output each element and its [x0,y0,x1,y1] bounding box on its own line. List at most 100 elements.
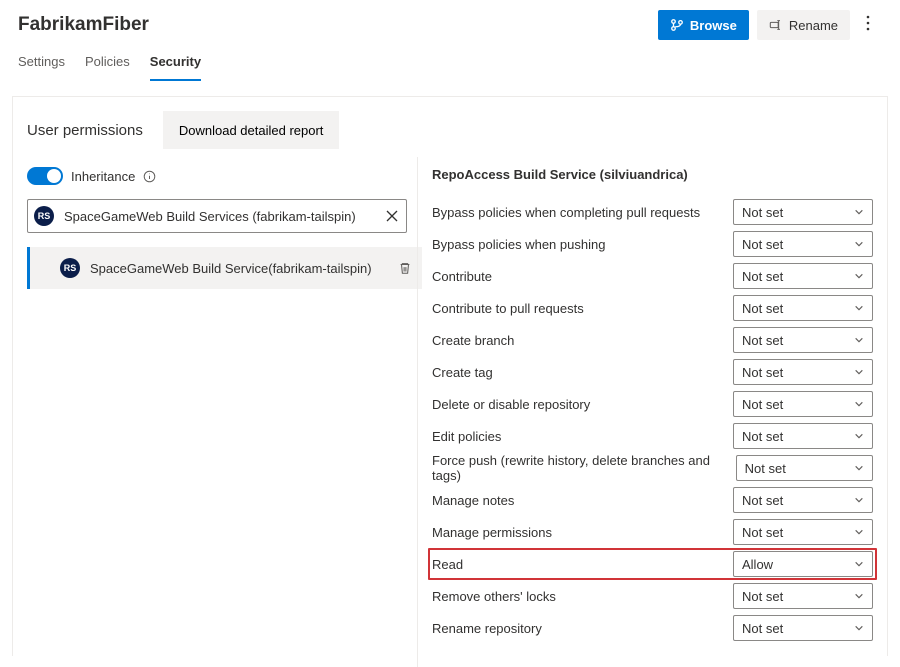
permission-value: Not set [742,589,783,604]
browse-label: Browse [690,18,737,33]
permission-select[interactable]: Not set [736,455,873,481]
permission-row: Contribute Not set [428,260,877,292]
permission-value: Not set [742,525,783,540]
permission-value: Not set [742,269,783,284]
permission-select[interactable]: Not set [733,487,873,513]
permission-select[interactable]: Not set [733,199,873,225]
permission-row: Edit policies Not set [428,420,877,452]
permission-value: Not set [742,621,783,636]
page-title: FabrikamFiber [18,14,658,36]
permission-label: Edit policies [432,429,733,444]
permission-label: Manage notes [432,493,733,508]
permissions-list: Bypass policies when completing pull req… [428,196,877,644]
tab-settings[interactable]: Settings [18,54,65,81]
avatar: RS [60,258,80,278]
permission-row: Contribute to pull requests Not set [428,292,877,324]
identity-search-input[interactable]: RS SpaceGameWeb Build Services (fabrikam… [27,199,407,233]
permission-select[interactable]: Not set [733,519,873,545]
permission-value: Not set [742,333,783,348]
permission-select[interactable]: Not set [733,263,873,289]
permission-row: Create tagNot set [428,356,877,388]
info-icon[interactable] [143,170,156,183]
permission-row: Create branch Not set [428,324,877,356]
tab-security[interactable]: Security [150,54,201,81]
permission-value: Not set [742,397,783,412]
chevron-down-icon [854,463,864,473]
more-vertical-icon [866,15,870,31]
permission-select[interactable]: Not set [733,359,873,385]
permission-select[interactable]: Not set [733,295,873,321]
rename-button[interactable]: Rename [757,10,850,40]
permission-value: Not set [742,301,783,316]
chevron-down-icon [854,399,864,409]
search-value: SpaceGameWeb Build Services (fabrikam-ta… [64,209,386,224]
inheritance-toggle[interactable] [27,167,63,185]
identity-result-row[interactable]: RS SpaceGameWeb Build Service(fabrikam-t… [27,247,422,289]
permission-row: Bypass policies when completing pull req… [428,196,877,228]
tab-bar: Settings Policies Security [0,40,900,82]
permission-value: Not set [742,237,783,252]
permission-value: Not set [742,493,783,508]
permission-value: Not set [742,429,783,444]
permission-label: Manage permissions [432,525,733,540]
permission-label: Create tag [432,365,733,380]
permission-label: Bypass policies when completing pull req… [432,205,733,220]
permission-row: Remove others' locks Not set [428,580,877,612]
chevron-down-icon [854,495,864,505]
tab-policies[interactable]: Policies [85,54,130,81]
permission-select[interactable]: Not set [733,231,873,257]
permission-select[interactable]: Not set [733,615,873,641]
avatar: RS [34,206,54,226]
permission-label: Remove others' locks [432,589,733,604]
permission-value: Not set [745,461,786,476]
permission-value: Allow [742,557,773,572]
rename-label: Rename [789,18,838,33]
rename-icon [769,18,783,32]
overflow-menu-button[interactable] [854,10,882,40]
permissions-column: RepoAccess Build Service (silviuandrica)… [417,157,887,667]
permission-label: Contribute to pull requests [432,301,733,316]
permission-label: Bypass policies when pushing [432,237,733,252]
chevron-down-icon [854,303,864,313]
permission-select[interactable]: Allow [733,551,873,577]
chevron-down-icon [854,527,864,537]
header-bar: FabrikamFiber Browse Rename [0,0,900,40]
browse-button[interactable]: Browse [658,10,749,40]
permission-label: Delete or disable repository [432,397,733,412]
download-report-button[interactable]: Download detailed report [163,111,340,149]
identity-result-label: SpaceGameWeb Build Service(fabrikam-tail… [90,261,398,276]
chevron-down-icon [854,367,864,377]
permission-row: Read Allow [428,548,877,580]
permission-select[interactable]: Not set [733,327,873,353]
trash-icon[interactable] [398,261,412,275]
chevron-down-icon [854,559,864,569]
chevron-down-icon [854,591,864,601]
chevron-down-icon [854,431,864,441]
permission-select[interactable]: Not set [733,583,873,609]
chevron-down-icon [854,271,864,281]
permission-select[interactable]: Not set [733,391,873,417]
permission-label: Read [432,557,733,572]
inheritance-label: Inheritance [71,169,135,184]
permission-label: Contribute [432,269,733,284]
subject-name: RepoAccess Build Service (silviuandrica) [432,167,877,182]
chevron-down-icon [854,239,864,249]
permission-row: Bypass policies when pushing Not set [428,228,877,260]
permission-label: Rename repository [432,621,733,636]
panel-body: Inheritance RS SpaceGameWeb Build Servic… [13,157,887,667]
permission-row: Manage permissions Not set [428,516,877,548]
chevron-down-icon [854,623,864,633]
identity-column: Inheritance RS SpaceGameWeb Build Servic… [13,157,417,667]
permission-select[interactable]: Not set [733,423,873,449]
permission-row: Rename repository Not set [428,612,877,644]
permission-value: Not set [742,205,783,220]
chevron-down-icon [854,207,864,217]
permission-label: Force push (rewrite history, delete bran… [432,453,736,483]
panel-title: User permissions [27,122,143,139]
clear-icon[interactable] [386,210,398,222]
permission-row: Delete or disable repository Not set [428,388,877,420]
permissions-panel: User permissions Download detailed repor… [12,96,888,656]
chevron-down-icon [854,335,864,345]
permission-row: Manage notes Not set [428,484,877,516]
permission-label: Create branch [432,333,733,348]
